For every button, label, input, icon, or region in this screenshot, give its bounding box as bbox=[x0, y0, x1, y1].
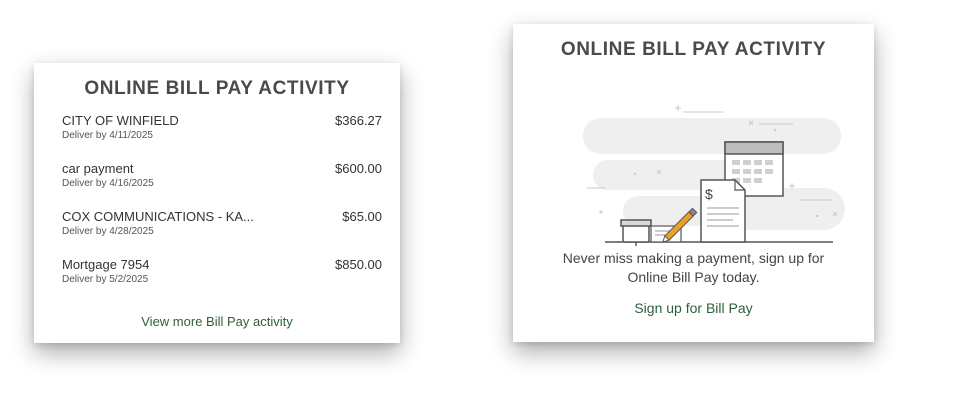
message-line: Online Bill Pay today. bbox=[627, 269, 760, 285]
payment-amount: $366.27 bbox=[335, 113, 382, 128]
payee-name: car payment bbox=[62, 161, 134, 176]
activity-item[interactable]: COX COMMUNICATIONS - KA... Deliver by 4/… bbox=[62, 209, 382, 257]
view-more-link[interactable]: View more Bill Pay activity bbox=[34, 314, 400, 329]
bill-pay-illustration-icon: $ bbox=[583, 100, 845, 266]
deliver-date: Deliver by 4/28/2025 bbox=[62, 226, 154, 237]
message-line: Never miss making a payment, sign up for bbox=[562, 250, 825, 266]
activity-item[interactable]: CITY OF WINFIELD Deliver by 4/11/2025 $3… bbox=[62, 113, 382, 161]
deliver-date: Deliver by 5/2/2025 bbox=[62, 274, 149, 285]
card-title: ONLINE BILL PAY ACTIVITY bbox=[560, 39, 827, 60]
card-title: ONLINE BILL PAY ACTIVITY bbox=[84, 78, 350, 99]
payment-amount: $65.00 bbox=[342, 209, 382, 224]
payee-name: COX COMMUNICATIONS - KA... bbox=[62, 209, 254, 224]
payment-amount: $850.00 bbox=[335, 257, 382, 272]
empty-state-message: Never miss making a payment, sign up for… bbox=[513, 249, 874, 287]
deliver-date: Deliver by 4/11/2025 bbox=[62, 130, 153, 141]
deliver-date: Deliver by 4/16/2025 bbox=[62, 178, 154, 189]
bill-pay-signup-card: ONLINE BILL PAY ACTIVITY $ Never miss ma… bbox=[513, 24, 874, 342]
payee-name: Mortgage 7954 bbox=[62, 257, 150, 272]
signup-bill-pay-link[interactable]: Sign up for Bill Pay bbox=[513, 300, 874, 316]
activity-list: CITY OF WINFIELD Deliver by 4/11/2025 $3… bbox=[62, 113, 382, 305]
activity-item[interactable]: car payment Deliver by 4/16/2025 $600.00 bbox=[62, 161, 382, 209]
payee-name: CITY OF WINFIELD bbox=[62, 113, 179, 128]
bill-pay-activity-card: ONLINE BILL PAY ACTIVITY CITY OF WINFIEL… bbox=[34, 63, 400, 343]
svg-text:$: $ bbox=[705, 186, 713, 202]
activity-item[interactable]: Mortgage 7954 Deliver by 5/2/2025 $850.0… bbox=[62, 257, 382, 305]
payment-amount: $600.00 bbox=[335, 161, 382, 176]
